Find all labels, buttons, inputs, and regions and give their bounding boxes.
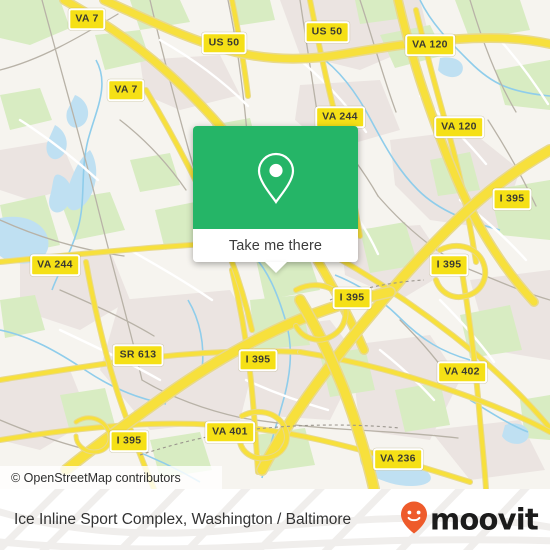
road-shield: SR 613 — [112, 344, 164, 366]
road-shield: VA 120 — [434, 116, 484, 138]
road-shield: I 395 — [238, 349, 278, 371]
moovit-wordmark: moovit — [430, 502, 539, 536]
poi-card-action[interactable]: Take me there — [193, 229, 358, 273]
popup-tail — [264, 262, 287, 273]
attribution-text: © OpenStreetMap contributors — [11, 470, 181, 485]
map-attribution: © OpenStreetMap contributors — [0, 466, 222, 489]
road-shield: VA 236 — [373, 448, 423, 470]
poi-popup-card[interactable]: Take me there — [193, 126, 358, 273]
moovit-pin-smiley-icon — [399, 500, 429, 539]
road-shield: VA 244 — [30, 254, 80, 276]
road-shield: VA 401 — [205, 421, 255, 443]
map-screenshot: .water { fill:#bfe0f2; } .waterline { fi… — [0, 0, 550, 550]
place-title: Ice Inline Sport Complex, Washington / B… — [14, 510, 352, 528]
road-shield: VA 7 — [68, 8, 106, 30]
poi-card-image — [193, 126, 358, 229]
road-shield: VA 7 — [107, 79, 145, 101]
road-shield: I 395 — [492, 188, 532, 210]
road-shield: US 50 — [201, 32, 247, 54]
road-shield: VA 120 — [405, 34, 455, 56]
map-viewport[interactable]: .water { fill:#bfe0f2; } .waterline { fi… — [0, 0, 550, 489]
road-shield: VA 244 — [315, 106, 365, 128]
road-shield: VA 402 — [437, 361, 487, 383]
road-shield: US 50 — [304, 21, 350, 43]
road-shield: I 395 — [429, 254, 469, 276]
moovit-logo[interactable]: moovit — [399, 500, 539, 539]
road-shield: I 395 — [109, 430, 149, 452]
take-me-there-label: Take me there — [228, 237, 323, 254]
map-pin-icon — [254, 150, 298, 206]
footer-bar: Ice Inline Sport Complex, Washington / B… — [0, 489, 550, 550]
road-shield: I 395 — [332, 287, 372, 309]
